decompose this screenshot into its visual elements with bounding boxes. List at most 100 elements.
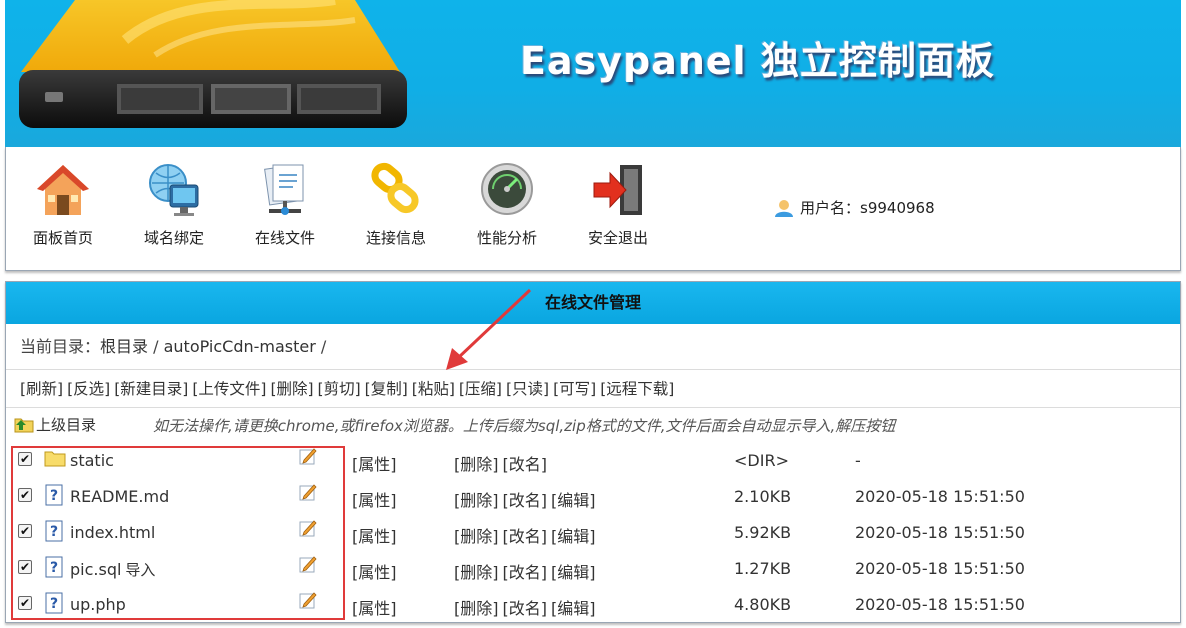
remote-download-button[interactable]: [远程下载] (600, 380, 674, 398)
pencil-edit-icon[interactable] (298, 518, 318, 538)
file-name-link[interactable]: index.html (70, 523, 155, 542)
parent-directory-label: 上级目录 (36, 415, 97, 434)
edit-link[interactable]: [编辑] (551, 599, 596, 618)
file-name-link[interactable]: README.md (70, 487, 169, 506)
breadcrumb-folder-link[interactable]: autoPicCdn-master (164, 337, 316, 356)
paste-button[interactable]: [粘贴] (412, 380, 455, 398)
properties-link[interactable]: [属性] (352, 487, 397, 511)
logout-door-icon (593, 165, 642, 215)
copy-button[interactable]: [复制] (365, 380, 408, 398)
delete-link[interactable]: [删除] (454, 455, 499, 474)
house-icon (37, 165, 89, 215)
rename-link[interactable]: [改名] (503, 491, 548, 510)
edit-link[interactable]: [编辑] (551, 491, 596, 510)
svg-text:?: ? (50, 596, 58, 612)
gauge-icon (481, 163, 533, 215)
cut-button[interactable]: [剪切] (318, 380, 361, 398)
row-actions: [删除] [改名] [编辑] (454, 559, 600, 583)
breadcrumb-separator: / (148, 337, 164, 356)
pencil-edit-icon[interactable] (298, 482, 318, 502)
rename-link[interactable]: [改名] (503, 527, 548, 546)
file-date: 2020-05-18 15:51:50 (855, 523, 1025, 542)
properties-link[interactable]: [属性] (352, 559, 397, 583)
nav-item-online-files[interactable]: 在线文件 (240, 161, 330, 248)
nav-item-connection-info[interactable]: 连接信息 (351, 161, 441, 248)
delete-link[interactable]: [删除] (454, 527, 499, 546)
delete-link[interactable]: [删除] (454, 599, 499, 618)
file-date: 2020-05-18 15:51:50 (855, 487, 1025, 506)
row-checkbox[interactable]: ✔ (18, 524, 32, 538)
row-checkbox[interactable]: ✔ (18, 596, 32, 610)
file-size: <DIR> (734, 451, 789, 470)
nav-label-online-files: 在线文件 (254, 229, 315, 247)
browser-hint: 如无法操作,请更换chrome,或firefox浏览器。上传后缀为sql,zip… (153, 417, 896, 435)
row-actions: [删除] [改名] [编辑] (454, 487, 600, 511)
pencil-edit-icon[interactable] (298, 446, 318, 466)
nav-item-logout[interactable]: 安全退出 (573, 161, 663, 248)
nav-label-performance: 性能分析 (476, 229, 537, 247)
file-name-link[interactable]: pic.sql (70, 560, 121, 579)
breadcrumb-separator: / (315, 337, 327, 356)
delete-link[interactable]: [删除] (454, 491, 499, 510)
file-size: 5.92KB (734, 523, 792, 542)
edit-link[interactable]: [编辑] (551, 563, 596, 582)
folder-up-icon (14, 418, 34, 433)
refresh-button[interactable]: [刷新] (20, 380, 63, 398)
writable-button[interactable]: [可写] (553, 380, 596, 398)
globe-monitor-icon (149, 164, 199, 216)
nav-label-logout: 安全退出 (587, 229, 648, 247)
row-checkbox[interactable]: ✔ (18, 488, 32, 502)
nav-item-home[interactable]: 面板首页 (18, 161, 108, 248)
pencil-edit-icon[interactable] (298, 554, 318, 574)
banner-title: Easypanel 独立控制面板 (520, 39, 995, 83)
svg-text:?: ? (50, 488, 58, 504)
header-banner: Easypanel 独立控制面板 (5, 0, 1181, 147)
properties-link[interactable]: [属性] (352, 595, 397, 619)
file-date: 2020-05-18 15:51:50 (855, 595, 1025, 614)
table-row: ✔ ? up.php [属性] [删除] [改名] [编辑] 4.80KB 2020… (6, 586, 1176, 622)
folder-icon (44, 451, 66, 467)
file-name-link[interactable]: up.php (70, 595, 126, 614)
file-date: - (855, 451, 861, 470)
row-checkbox[interactable]: ✔ (18, 452, 32, 466)
files-network-icon (264, 164, 304, 215)
delete-button[interactable]: [删除] (270, 380, 313, 398)
svg-text:?: ? (50, 560, 58, 576)
upload-file-button[interactable]: [上传文件] (192, 380, 266, 398)
unknown-file-icon: ? (45, 592, 63, 614)
row-actions: [删除] [改名] [编辑] (454, 595, 600, 619)
new-folder-button[interactable]: [新建目录] (114, 380, 188, 398)
nav-item-domain[interactable]: 域名绑定 (129, 161, 219, 248)
breadcrumb-prefix: 当前目录： (20, 337, 101, 356)
file-name-link[interactable]: static (70, 451, 114, 470)
invert-selection-button[interactable]: [反选] (67, 380, 110, 398)
parent-directory-link[interactable]: 上级目录 (14, 412, 96, 436)
edit-link[interactable]: [编辑] (551, 527, 596, 546)
unknown-file-icon: ? (45, 556, 63, 578)
file-size: 4.80KB (734, 595, 792, 614)
nav-label-domain: 域名绑定 (143, 229, 204, 247)
properties-link[interactable]: [属性] (352, 451, 397, 475)
nav-label-connection-info: 连接信息 (365, 229, 426, 247)
delete-link[interactable]: [删除] (454, 563, 499, 582)
properties-link[interactable]: [属性] (352, 523, 397, 547)
nav-label-home: 面板首页 (32, 229, 93, 247)
table-row: ✔ static [属性] [删除] [改名] <DIR> - (6, 442, 1176, 478)
table-row: ✔ ? README.md [属性] [删除] [改名] [编辑] 2.10KB 2… (6, 478, 1176, 514)
readonly-button[interactable]: [只读] (506, 380, 549, 398)
user-icon (775, 199, 793, 217)
rename-link[interactable]: [改名] (503, 455, 548, 474)
row-checkbox[interactable]: ✔ (18, 560, 32, 574)
svg-text:?: ? (50, 524, 58, 540)
import-link[interactable]: 导入 (125, 561, 155, 579)
breadcrumb-root-link[interactable]: 根目录 (100, 337, 148, 356)
rename-link[interactable]: [改名] (503, 563, 548, 582)
panel-title: 在线文件管理 (6, 282, 1180, 324)
link-chain-icon (371, 162, 419, 214)
nav-item-performance[interactable]: 性能分析 (462, 161, 552, 248)
rename-link[interactable]: [改名] (503, 599, 548, 618)
compress-button[interactable]: [压缩] (459, 380, 502, 398)
server-logo-icon (19, 0, 407, 128)
pencil-edit-icon[interactable] (298, 590, 318, 610)
file-size: 1.27KB (734, 559, 792, 578)
